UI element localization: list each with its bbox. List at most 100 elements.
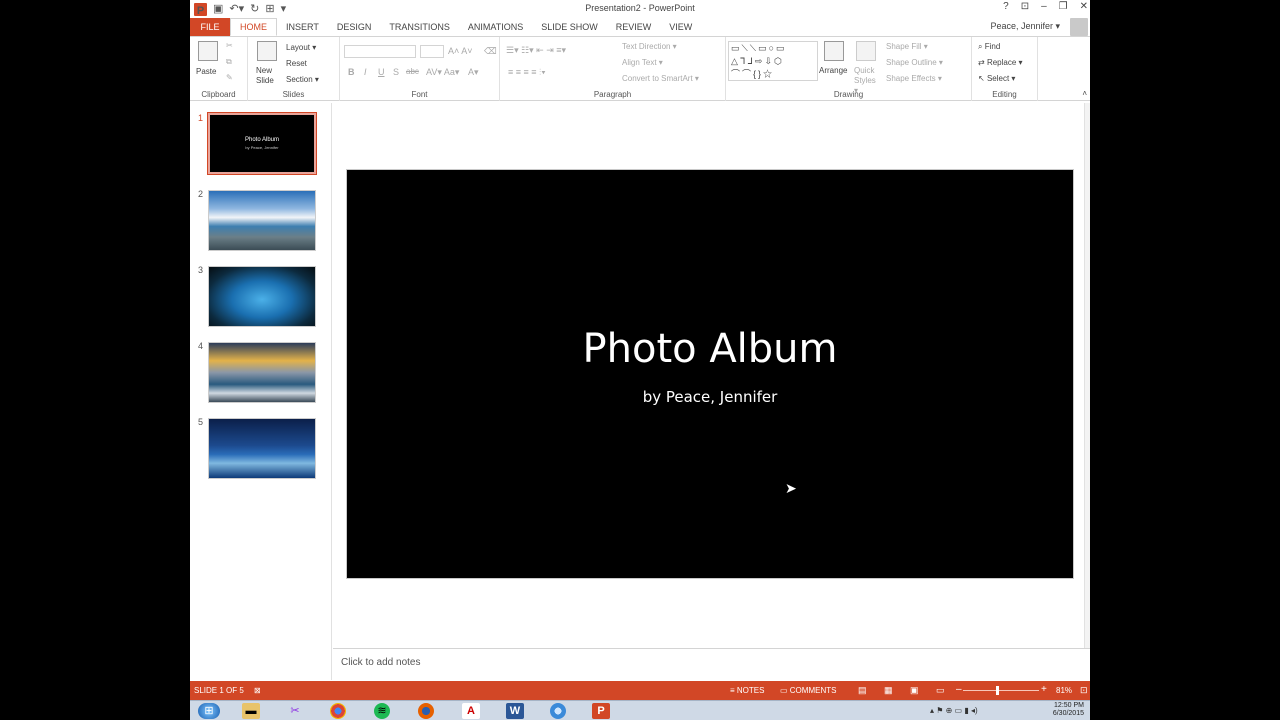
tab-slide-show[interactable]: SLIDE SHOW: [532, 18, 607, 36]
tab-home[interactable]: HOME: [230, 18, 277, 36]
tab-insert[interactable]: INSERT: [277, 18, 328, 36]
slide-title[interactable]: Photo Album: [347, 326, 1073, 372]
underline-button[interactable]: U: [378, 67, 385, 77]
collapse-ribbon-icon[interactable]: ˄: [1082, 89, 1087, 98]
spotify-icon[interactable]: ≋: [374, 703, 390, 719]
slide-thumbnail-1[interactable]: Photo Album by Peace, Jennifer: [207, 112, 317, 175]
quick-styles-icon[interactable]: [856, 41, 876, 61]
paste-icon[interactable]: [198, 41, 218, 61]
firefox-icon[interactable]: [418, 703, 434, 719]
slide-thumbnail-2[interactable]: [208, 190, 316, 251]
tab-animations[interactable]: ANIMATIONS: [459, 18, 532, 36]
user-name[interactable]: Peace, Jennifer ▾: [990, 21, 1060, 32]
paste-button[interactable]: Paste: [196, 67, 216, 76]
clear-formatting-icon[interactable]: ⌫: [484, 46, 497, 57]
italic-button[interactable]: I: [364, 67, 367, 77]
replace-button[interactable]: ⇄ Replace ▾: [978, 58, 1023, 67]
tab-view[interactable]: VIEW: [660, 18, 701, 36]
editing-group: ⌕ Find ⇄ Replace ▾ ↖ Select ▾ Editing: [972, 37, 1038, 101]
vertical-scrollbar[interactable]: [1084, 103, 1090, 648]
tab-file[interactable]: FILE: [190, 18, 230, 36]
spell-check-icon[interactable]: ⊠: [254, 686, 261, 695]
shadow-button[interactable]: S: [393, 67, 399, 77]
windows-taskbar: ⊞ ▬ ✂ ≋ A W P ▴ ⚑ ⊕ ▭ ▮ ◂) 12:50 PM 6/30…: [190, 700, 1090, 720]
slide-sorter-icon[interactable]: ▦: [884, 685, 893, 696]
slide-thumbnail-3[interactable]: [208, 266, 316, 327]
chrome-icon[interactable]: [330, 703, 346, 719]
maximize-icon[interactable]: ❐: [1059, 1, 1068, 12]
strikethrough-button[interactable]: abc: [406, 67, 419, 76]
slide-subtitle[interactable]: by Peace, Jennifer: [347, 388, 1073, 406]
slide-thumbnail-5[interactable]: [208, 418, 316, 479]
user-avatar[interactable]: [1070, 18, 1088, 36]
help-button[interactable]: ?: [1003, 1, 1009, 12]
shape-fill-button[interactable]: Shape Fill ▾: [886, 42, 928, 51]
notes-icon: ≡: [730, 686, 737, 695]
character-spacing-icon[interactable]: AV▾ Aa▾: [426, 67, 459, 78]
shape-effects-button[interactable]: Shape Effects ▾: [886, 74, 942, 83]
select-icon: ↖: [978, 74, 987, 83]
shape-outline-button[interactable]: Shape Outline ▾: [886, 58, 943, 67]
align-icons[interactable]: ≡ ≡ ≡ ≡ ⫶▾: [508, 67, 546, 78]
copy-icon[interactable]: ⧉: [226, 57, 232, 67]
font-color-icon[interactable]: A▾: [468, 67, 479, 78]
comments-toggle[interactable]: ▭ COMMENTS: [780, 686, 836, 695]
select-button[interactable]: ↖ Select ▾: [978, 74, 1015, 83]
word-icon[interactable]: W: [506, 703, 524, 719]
cut-icon[interactable]: ✂: [226, 41, 233, 50]
notes-pane[interactable]: Click to add notes: [333, 648, 1090, 680]
new-slide-icon[interactable]: [257, 41, 277, 61]
bullets-icon[interactable]: ☰▾ ☷▾ ⇤ ⇥ ≡▾: [506, 45, 566, 56]
tab-design[interactable]: DESIGN: [328, 18, 381, 36]
slides-group-label: Slides: [282, 90, 305, 99]
notes-toggle[interactable]: ≡ NOTES: [730, 686, 764, 695]
slide-editing-area: Photo Album by Peace, Jennifer ➤: [333, 103, 1090, 648]
system-clock[interactable]: 12:50 PM 6/30/2015: [1053, 702, 1084, 718]
current-slide[interactable]: Photo Album by Peace, Jennifer ➤: [346, 169, 1074, 579]
align-text-button[interactable]: Align Text ▾: [622, 58, 663, 67]
app-circle-icon[interactable]: [550, 703, 566, 719]
tray-icons[interactable]: ▴ ⚑ ⊕ ▭ ▮ ◂): [930, 706, 978, 715]
clipboard-group: Paste ✂ ⧉ ✎ Clipboard: [190, 37, 248, 101]
tab-review[interactable]: REVIEW: [607, 18, 661, 36]
zoom-level[interactable]: 81%: [1056, 686, 1072, 695]
font-group: A˄ A˅ ⌫ B I U S abc AV▾ Aa▾ A▾ Font: [340, 37, 500, 101]
ribbon-display-icon[interactable]: ⊡: [1021, 1, 1029, 12]
slide-number: 2: [198, 189, 204, 199]
thumbnail-title: Photo Album: [244, 137, 280, 143]
close-icon[interactable]: ✕: [1080, 1, 1088, 12]
acrobat-icon[interactable]: A: [462, 703, 480, 719]
normal-view-icon[interactable]: ▤: [858, 685, 867, 696]
reset-button[interactable]: Reset: [286, 59, 307, 68]
font-name-box[interactable]: [344, 45, 416, 58]
slide-show-icon[interactable]: ▭: [936, 685, 945, 696]
section-button[interactable]: Section ▾: [286, 75, 319, 84]
minimize-icon[interactable]: –: [1041, 1, 1047, 12]
arrange-icon[interactable]: [824, 41, 844, 61]
shapes-gallery[interactable]: ▭⟍⟍▭○▭ △ᒣᒧ⇨⇩⬡ ⌒⌒{}☆: [728, 41, 818, 81]
new-slide-button[interactable]: New Slide: [256, 66, 280, 86]
increase-font-icon[interactable]: A˄ A˅: [448, 46, 473, 56]
tab-transitions[interactable]: TRANSITIONS: [380, 18, 459, 36]
arrange-button[interactable]: Arrange: [819, 66, 847, 75]
format-painter-icon[interactable]: ✎: [226, 73, 233, 82]
zoom-slider-track[interactable]: [963, 690, 1039, 691]
snipping-tool-icon[interactable]: ✂: [286, 703, 304, 719]
start-button-icon[interactable]: ⊞: [198, 703, 220, 719]
bold-button[interactable]: B: [348, 67, 355, 77]
slide-thumbnail-4[interactable]: [208, 342, 316, 403]
layout-button[interactable]: Layout ▾: [286, 43, 316, 52]
file-explorer-icon[interactable]: ▬: [242, 703, 260, 719]
text-direction-button[interactable]: Text Direction ▾: [622, 42, 677, 51]
zoom-in-icon[interactable]: +: [1041, 684, 1047, 695]
font-size-box[interactable]: [420, 45, 444, 58]
zoom-out-icon[interactable]: –: [956, 684, 962, 695]
reading-view-icon[interactable]: ▣: [910, 685, 919, 696]
font-group-label: Font: [411, 90, 428, 99]
replace-icon: ⇄: [978, 58, 987, 67]
powerpoint-taskbar-icon[interactable]: P: [592, 703, 610, 719]
convert-smartart-button[interactable]: Convert to SmartArt ▾: [622, 74, 699, 83]
fit-to-window-icon[interactable]: ⊡: [1080, 685, 1088, 696]
zoom-slider-handle[interactable]: [996, 686, 999, 695]
find-button[interactable]: ⌕ Find: [978, 42, 1000, 52]
